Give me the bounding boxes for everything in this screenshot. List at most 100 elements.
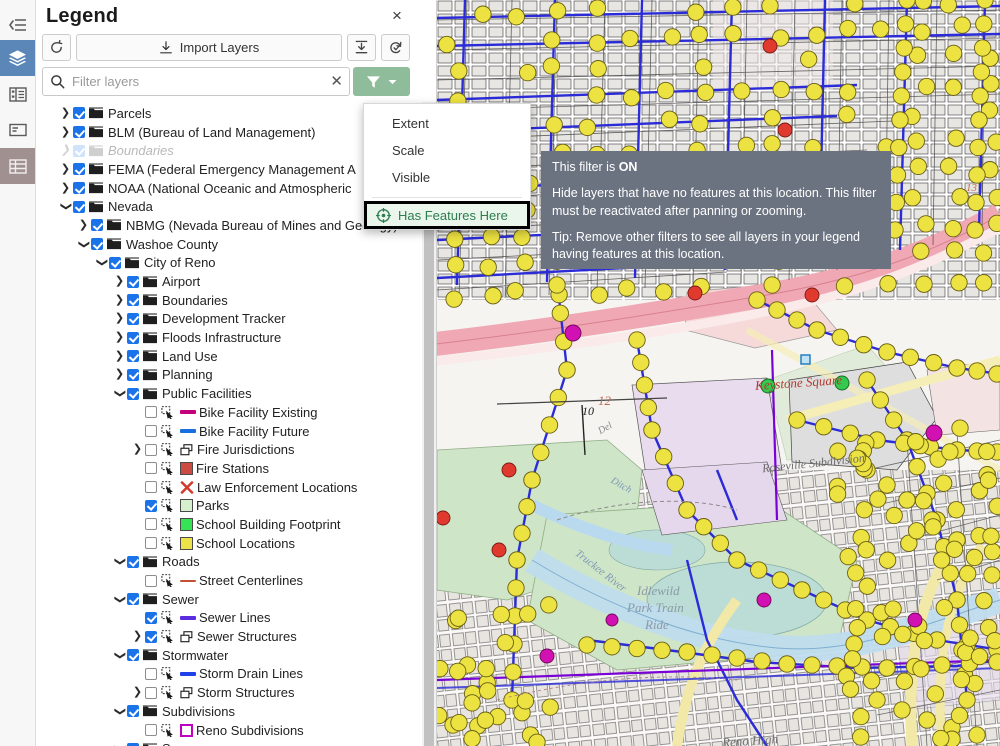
- layer-checkbox[interactable]: [145, 499, 157, 512]
- chevron-down-icon[interactable]: ❯: [114, 648, 126, 663]
- collapse-panel-icon[interactable]: [0, 10, 35, 40]
- layer-tree-node[interactable]: School Building Footprint: [36, 515, 422, 534]
- chevron-down-icon[interactable]: ❯: [114, 592, 126, 607]
- chevron-right-icon[interactable]: ❯: [130, 631, 145, 642]
- window-icon[interactable]: [0, 112, 35, 148]
- layer-checkbox[interactable]: [91, 238, 103, 251]
- chevron-right-icon[interactable]: ❯: [58, 182, 73, 194]
- layer-checkbox[interactable]: [145, 406, 157, 419]
- chevron-down-icon[interactable]: ❯: [78, 237, 90, 252]
- layer-checkbox[interactable]: [73, 144, 85, 157]
- layer-checkbox[interactable]: [127, 368, 139, 381]
- layer-tree-node[interactable]: Street Centerlines: [36, 571, 422, 590]
- layer-checkbox[interactable]: [145, 724, 157, 737]
- chevron-right-icon[interactable]: ❯: [112, 369, 127, 380]
- layer-tree-node[interactable]: ❯ Storm Structures: [36, 683, 422, 702]
- search-input[interactable]: [72, 74, 324, 89]
- chevron-right-icon[interactable]: ❯: [58, 126, 73, 138]
- layer-tree-node[interactable]: ❯ Roads: [36, 553, 422, 572]
- chevron-right-icon[interactable]: ❯: [58, 145, 73, 156]
- layer-checkbox[interactable]: [127, 387, 139, 400]
- sync-layers-button[interactable]: [381, 34, 410, 61]
- layer-tree-node[interactable]: ❯ Survey: [36, 739, 422, 746]
- legend-table-icon[interactable]: [0, 76, 35, 112]
- layer-checkbox[interactable]: [145, 462, 157, 475]
- clear-search-icon[interactable]: ✕: [330, 74, 343, 89]
- chevron-down-icon[interactable]: ❯: [114, 554, 126, 569]
- layer-tree-node[interactable]: ❯ Airport: [36, 272, 422, 291]
- chevron-right-icon[interactable]: ❯: [112, 332, 127, 343]
- layer-tree-node[interactable]: ❯ Stormwater: [36, 646, 422, 665]
- chevron-right-icon[interactable]: ❯: [58, 163, 73, 175]
- search-input-wrap[interactable]: ✕: [42, 67, 350, 96]
- layer-tree-node[interactable]: ❯ Public Facilities: [36, 384, 422, 403]
- chevron-down-icon[interactable]: ❯: [114, 386, 126, 401]
- chevron-right-icon[interactable]: ❯: [76, 219, 91, 231]
- layer-checkbox[interactable]: [73, 200, 85, 213]
- chevron-right-icon[interactable]: ❯: [112, 276, 127, 287]
- chevron-down-icon[interactable]: ❯: [96, 255, 108, 270]
- chevron-right-icon[interactable]: ❯: [130, 687, 145, 698]
- layer-checkbox[interactable]: [127, 705, 139, 718]
- layer-tree-node[interactable]: Reno Subdivisions: [36, 721, 422, 740]
- layer-checkbox[interactable]: [127, 350, 139, 363]
- layer-checkbox[interactable]: [127, 331, 139, 344]
- layer-checkbox[interactable]: [91, 219, 103, 232]
- layer-tree-node[interactable]: ❯ Sewer Structures: [36, 627, 422, 646]
- layer-tree-node[interactable]: ❯ Floods Infrastructure: [36, 328, 422, 347]
- layer-tree-node[interactable]: ❯ Fire Jurisdictions: [36, 440, 422, 459]
- chevron-right-icon[interactable]: ❯: [112, 313, 127, 324]
- menu-item-extent[interactable]: Extent: [364, 110, 530, 137]
- layer-checkbox[interactable]: [127, 294, 139, 307]
- layer-tree-node[interactable]: School Locations: [36, 534, 422, 553]
- layer-tree-node[interactable]: Fire Stations: [36, 459, 422, 478]
- layer-checkbox[interactable]: [127, 555, 139, 568]
- layer-tree-node[interactable]: ❯ Planning: [36, 366, 422, 385]
- layer-checkbox[interactable]: [145, 630, 157, 643]
- layer-checkbox[interactable]: [127, 649, 139, 662]
- layer-checkbox[interactable]: [145, 611, 157, 624]
- refresh-button[interactable]: [42, 34, 71, 61]
- layer-checkbox[interactable]: [127, 312, 139, 325]
- layer-tree-node[interactable]: Bike Facility Future: [36, 422, 422, 441]
- attribute-table-icon[interactable]: [0, 148, 35, 184]
- layer-checkbox[interactable]: [127, 593, 139, 606]
- layer-checkbox[interactable]: [145, 425, 157, 438]
- layer-checkbox[interactable]: [145, 667, 157, 680]
- layer-checkbox[interactable]: [145, 686, 157, 699]
- layer-checkbox[interactable]: [145, 574, 157, 587]
- layer-checkbox[interactable]: [73, 126, 85, 139]
- layer-tree-node[interactable]: ❯ Development Tracker: [36, 310, 422, 329]
- layer-tree-node[interactable]: Bike Facility Existing: [36, 403, 422, 422]
- chevron-right-icon[interactable]: ❯: [112, 294, 127, 306]
- layer-tree-node[interactable]: Law Enforcement Locations: [36, 478, 422, 497]
- layer-tree-node[interactable]: ❯ Land Use: [36, 347, 422, 366]
- layer-checkbox[interactable]: [145, 518, 157, 531]
- layer-checkbox[interactable]: [73, 163, 85, 176]
- layer-checkbox[interactable]: [109, 256, 121, 269]
- save-layers-button[interactable]: [347, 34, 376, 61]
- chevron-down-icon[interactable]: ❯: [60, 199, 72, 214]
- chevron-right-icon[interactable]: ❯: [58, 107, 73, 119]
- filter-dropdown-button[interactable]: [353, 67, 410, 96]
- layer-tree-node[interactable]: Sewer Lines: [36, 609, 422, 628]
- layer-tree-node[interactable]: ❯ Subdivisions: [36, 702, 422, 721]
- layer-checkbox[interactable]: [145, 443, 157, 456]
- chevron-down-icon[interactable]: ❯: [114, 704, 126, 719]
- layer-tree-node[interactable]: Parks: [36, 496, 422, 515]
- import-layers-button[interactable]: Import Layers: [76, 34, 342, 61]
- layer-tree-node[interactable]: ❯ Washoe County: [36, 235, 422, 254]
- chevron-down-icon[interactable]: ❯: [114, 741, 126, 746]
- chevron-right-icon[interactable]: ❯: [112, 350, 127, 362]
- layer-checkbox[interactable]: [73, 182, 85, 195]
- close-icon[interactable]: ×: [388, 7, 406, 26]
- layer-checkbox[interactable]: [127, 275, 139, 288]
- layer-tree-node[interactable]: Storm Drain Lines: [36, 665, 422, 684]
- menu-item-visible[interactable]: Visible: [364, 164, 530, 191]
- layer-checkbox[interactable]: [145, 481, 157, 494]
- layer-tree-node[interactable]: ❯ Sewer: [36, 590, 422, 609]
- layer-tree-node[interactable]: ❯ City of Reno: [36, 254, 422, 273]
- menu-item-scale[interactable]: Scale: [364, 137, 530, 164]
- menu-item-has-features-here[interactable]: Has Features Here: [364, 201, 530, 229]
- layer-tree-node[interactable]: ❯ Boundaries: [36, 291, 422, 310]
